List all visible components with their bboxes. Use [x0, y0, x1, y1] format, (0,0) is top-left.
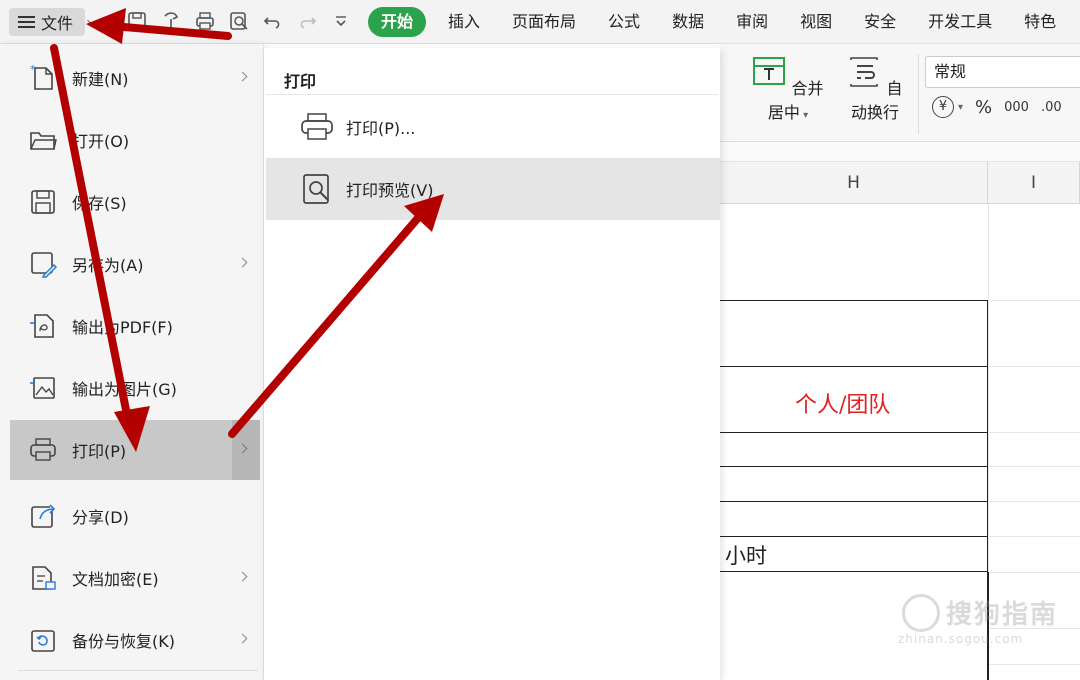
- table-cell[interactable]: 个人/团队: [720, 366, 988, 433]
- table-cell[interactable]: [720, 432, 988, 467]
- file-menu-item-open[interactable]: 打开(O): [10, 110, 260, 170]
- save-icon[interactable]: [126, 10, 148, 32]
- file-menu-label: 另存为(A): [72, 256, 144, 275]
- undo-icon[interactable]: [262, 10, 284, 32]
- image-export-icon: [30, 377, 55, 399]
- submenu-title: 打印: [284, 72, 317, 91]
- file-menu-label: 文件: [41, 14, 74, 33]
- number-format-select[interactable]: 常规: [925, 56, 1080, 88]
- chevron-down-icon[interactable]: [87, 14, 100, 27]
- file-menu-label: 保存(S): [72, 194, 127, 213]
- tab-insert[interactable]: 插入: [432, 7, 496, 37]
- submenu-divider: [266, 94, 718, 95]
- ribbon-divider: [918, 54, 919, 134]
- printer-icon: [301, 113, 333, 140]
- table-cell[interactable]: [720, 466, 988, 502]
- file-menu-item-save-as[interactable]: 另存为(A): [10, 234, 260, 294]
- wrap-text-button[interactable]: 自动换行: [840, 56, 910, 123]
- table-cell[interactable]: [720, 300, 988, 367]
- formula-strip: [720, 142, 1080, 162]
- tab-data[interactable]: 数据: [656, 7, 720, 37]
- share-icon: [31, 504, 56, 528]
- submenu-item-label: 打印预览(V): [346, 181, 434, 200]
- ribbon-panel: 合并居中 ▾ 自动换行 常规 ¥ ▾ % 000 .00: [720, 44, 1080, 142]
- file-menu-item-new[interactable]: * 新建(N): [10, 48, 260, 108]
- file-menu-item-share[interactable]: 分享(D): [10, 486, 260, 546]
- chevron-right-icon: [237, 71, 248, 82]
- hamburger-icon: [18, 15, 35, 29]
- column-header-H[interactable]: H: [720, 162, 988, 204]
- table-cell[interactable]: [720, 501, 988, 537]
- chevron-right-icon: [237, 633, 248, 644]
- merge-center-icon: [753, 57, 786, 85]
- print-icon[interactable]: [194, 10, 216, 32]
- file-menu-label: 输出为图片(G): [72, 380, 177, 399]
- submenu-item-label: 打印(P)...: [346, 119, 416, 138]
- merge-center-button[interactable]: 合并居中 ▾: [748, 56, 828, 123]
- percent-icon[interactable]: %: [975, 97, 992, 118]
- format-painter-icon[interactable]: [160, 10, 182, 32]
- watermark: 搜狗指南 zhinan.sogou.com: [898, 592, 1068, 652]
- number-format-tools: ¥ ▾ % 000 .00: [932, 96, 1062, 118]
- tab-page-layout[interactable]: 页面布局: [496, 7, 592, 37]
- print-preview-icon: [303, 174, 329, 204]
- file-menu-label: 文档加密(E): [72, 570, 159, 589]
- pdf-export-icon: [30, 314, 54, 338]
- wrap-text-icon: [850, 57, 879, 87]
- save-icon: [31, 190, 55, 214]
- submenu-item-print-preview[interactable]: 打印预览(V): [266, 158, 720, 220]
- submenu-item-print[interactable]: 打印(P)...: [266, 96, 720, 158]
- submenu-arrow-zone[interactable]: [232, 420, 260, 480]
- watermark-text: 搜狗指南: [946, 600, 1059, 630]
- ribbon-tabs: 开始 插入 页面布局 公式 数据 审阅 视图 安全 开发工具 特色: [368, 7, 1072, 37]
- save-as-icon: [31, 252, 58, 278]
- file-menu-label: 输出为PDF(F): [72, 318, 173, 337]
- file-menu-item-print[interactable]: 打印(P): [10, 420, 260, 480]
- file-menu-item-save[interactable]: 保存(S): [10, 172, 260, 232]
- hours-label: 小时: [725, 544, 767, 568]
- print-preview-icon[interactable]: [228, 10, 250, 32]
- menu-bar: 文件 开始 插入 页面布局 公式 数据 审阅 视图 安全 开发工具 特色: [0, 0, 1080, 44]
- tab-formulas[interactable]: 公式: [592, 7, 656, 37]
- chevron-right-icon: [237, 571, 248, 582]
- file-menu: * 新建(N) 打开(O) 保存(S) 另存为(A) 输出为PDF(F) 输出为…: [0, 44, 264, 680]
- encrypt-doc-icon: [32, 566, 56, 590]
- file-menu-label: 分享(D): [72, 508, 129, 527]
- watermark-logo-icon: [902, 594, 940, 632]
- file-menu-item-export-pdf[interactable]: 输出为PDF(F): [10, 296, 260, 356]
- redo-icon[interactable]: [296, 10, 318, 32]
- menu-divider: [18, 670, 258, 671]
- file-menu-item-export-image[interactable]: 输出为图片(G): [10, 358, 260, 418]
- column-header: H I: [720, 162, 1080, 204]
- printer-icon: [30, 438, 56, 461]
- tab-home[interactable]: 开始: [368, 7, 427, 37]
- tab-security[interactable]: 安全: [848, 7, 912, 37]
- table-cell[interactable]: 小时: [720, 536, 988, 572]
- customize-icon[interactable]: [330, 10, 352, 32]
- increase-decimal-icon[interactable]: .00: [1041, 100, 1062, 115]
- file-menu-label: 备份与恢复(K): [72, 632, 175, 651]
- file-menu-button[interactable]: 文件: [9, 8, 85, 36]
- thousands-separator-icon[interactable]: 000: [1004, 100, 1029, 115]
- team-label: 个人/团队: [795, 393, 891, 418]
- file-menu-label: 打印(P): [72, 442, 127, 461]
- watermark-url: zhinan.sogou.com: [898, 632, 1024, 646]
- tab-review[interactable]: 审阅: [720, 7, 784, 37]
- currency-icon[interactable]: ¥: [932, 96, 954, 118]
- file-menu-label: 打开(O): [72, 132, 130, 151]
- file-menu-item-backup[interactable]: 备份与恢复(K): [10, 610, 260, 670]
- tab-view[interactable]: 视图: [784, 7, 848, 37]
- new-file-icon: *: [30, 63, 53, 90]
- toolbar-divider: [113, 12, 114, 32]
- tab-features[interactable]: 特色: [1008, 7, 1072, 37]
- file-menu-label: 新建(N): [72, 70, 129, 89]
- backup-restore-icon: [31, 630, 55, 652]
- svg-text:*: *: [30, 63, 36, 76]
- print-submenu: 打印 打印(P)... 打印预览(V): [264, 48, 720, 680]
- tab-developer[interactable]: 开发工具: [912, 7, 1008, 37]
- file-menu-item-encrypt[interactable]: 文档加密(E): [10, 548, 260, 608]
- column-header-I[interactable]: I: [988, 162, 1080, 204]
- chevron-right-icon: [237, 257, 248, 268]
- folder-open-icon: [30, 132, 57, 150]
